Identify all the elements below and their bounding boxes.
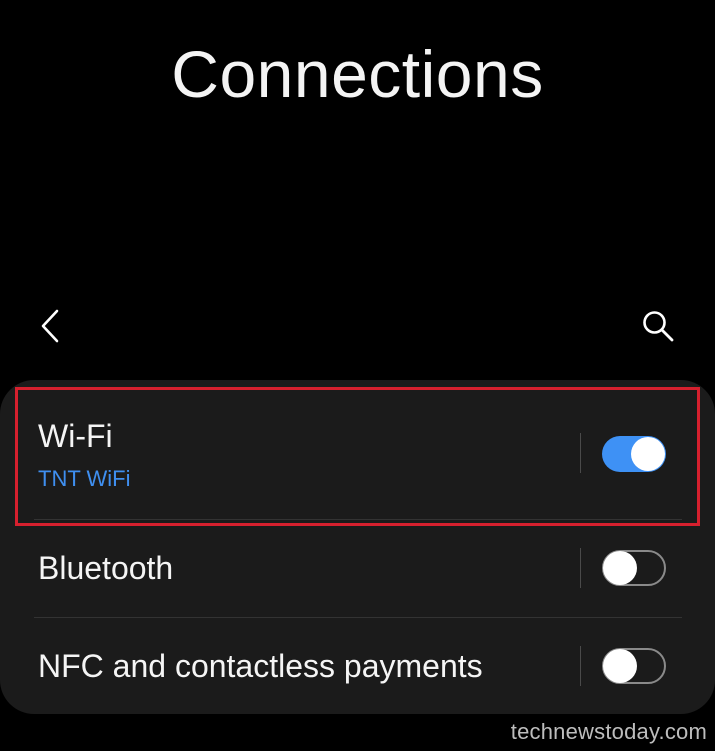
setting-row-nfc[interactable]: NFC and contactless payments: [0, 618, 715, 714]
vertical-divider: [580, 433, 581, 473]
watermark: technewstoday.com: [510, 719, 707, 744]
toggle-knob: [631, 437, 665, 471]
wifi-label: Wi-Fi: [38, 418, 113, 454]
wifi-toggle[interactable]: [602, 436, 666, 472]
back-button[interactable]: [32, 304, 68, 348]
search-icon: [643, 311, 674, 342]
vertical-divider: [580, 646, 581, 686]
connections-card: Wi-Fi TNT WiFi Bluetooth NFC and contact…: [0, 380, 715, 714]
chevron-left-icon: [41, 309, 59, 343]
nfc-label: NFC and contactless payments: [38, 648, 483, 684]
nfc-toggle[interactable]: [602, 648, 666, 684]
vertical-divider: [580, 548, 581, 588]
toggle-knob: [603, 649, 637, 683]
bluetooth-label: Bluetooth: [38, 550, 174, 586]
wifi-network-name: TNT WiFi: [38, 466, 131, 491]
setting-row-bluetooth[interactable]: Bluetooth: [0, 520, 715, 617]
bluetooth-toggle[interactable]: [602, 550, 666, 586]
setting-row-wifi[interactable]: Wi-Fi TNT WiFi: [0, 380, 715, 520]
page-title: Connections: [171, 37, 544, 111]
toggle-knob: [603, 551, 637, 585]
search-button[interactable]: [636, 304, 680, 348]
